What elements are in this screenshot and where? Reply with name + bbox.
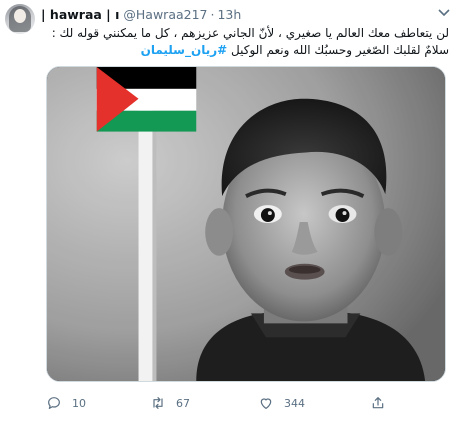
like-icon: [260, 398, 272, 409]
tweet-text-line-2: سلامٌ لقلبك الصّغير وحسبُك الله ونعم الو…: [41, 42, 449, 59]
author-name[interactable]: | hawraa | ı: [41, 7, 119, 22]
hashtag-link[interactable]: #ريان_سليمان: [141, 43, 228, 57]
like-button[interactable]: 344: [258, 392, 305, 414]
tweet-time[interactable]: 13h: [217, 7, 241, 22]
reply-button[interactable]: 10: [46, 392, 86, 414]
separator-dot: ·: [210, 6, 215, 22]
author-handle[interactable]: @Hawraa217: [123, 7, 207, 22]
avatar-face: [14, 9, 26, 23]
tweet-text-line-2-body: سلامٌ لقلبك الصّغير وحسبُك الله ونعم الو…: [231, 43, 449, 57]
tweet-photo[interactable]: [46, 66, 446, 382]
tweet-text: لن يتعاطف معك العالم يا صغيري ، لأنّ الج…: [41, 25, 449, 59]
retweet-icon: [153, 397, 163, 409]
reply-count: 10: [72, 396, 86, 410]
tweet-header: | hawraa | ı @Hawraa217 · 13h: [41, 5, 241, 23]
palestine-flag: [96, 67, 197, 132]
tweet-text-line-1: لن يتعاطف معك العالم يا صغيري ، لأنّ الج…: [51, 26, 449, 40]
avatar[interactable]: [5, 4, 35, 34]
tweet-actions: 10 67 344: [46, 392, 446, 414]
reply-icon: [48, 397, 60, 409]
like-count: 344: [284, 396, 305, 410]
share-icon: [372, 397, 384, 409]
retweet-button[interactable]: 67: [150, 392, 190, 414]
retweet-count: 67: [176, 396, 190, 410]
photo-image: [47, 67, 445, 381]
tweet[interactable]: | hawraa | ı @Hawraa217 · 13h لن يتعاطف …: [0, 0, 459, 423]
caret-down-icon[interactable]: [437, 8, 451, 18]
share-button[interactable]: [370, 392, 386, 414]
